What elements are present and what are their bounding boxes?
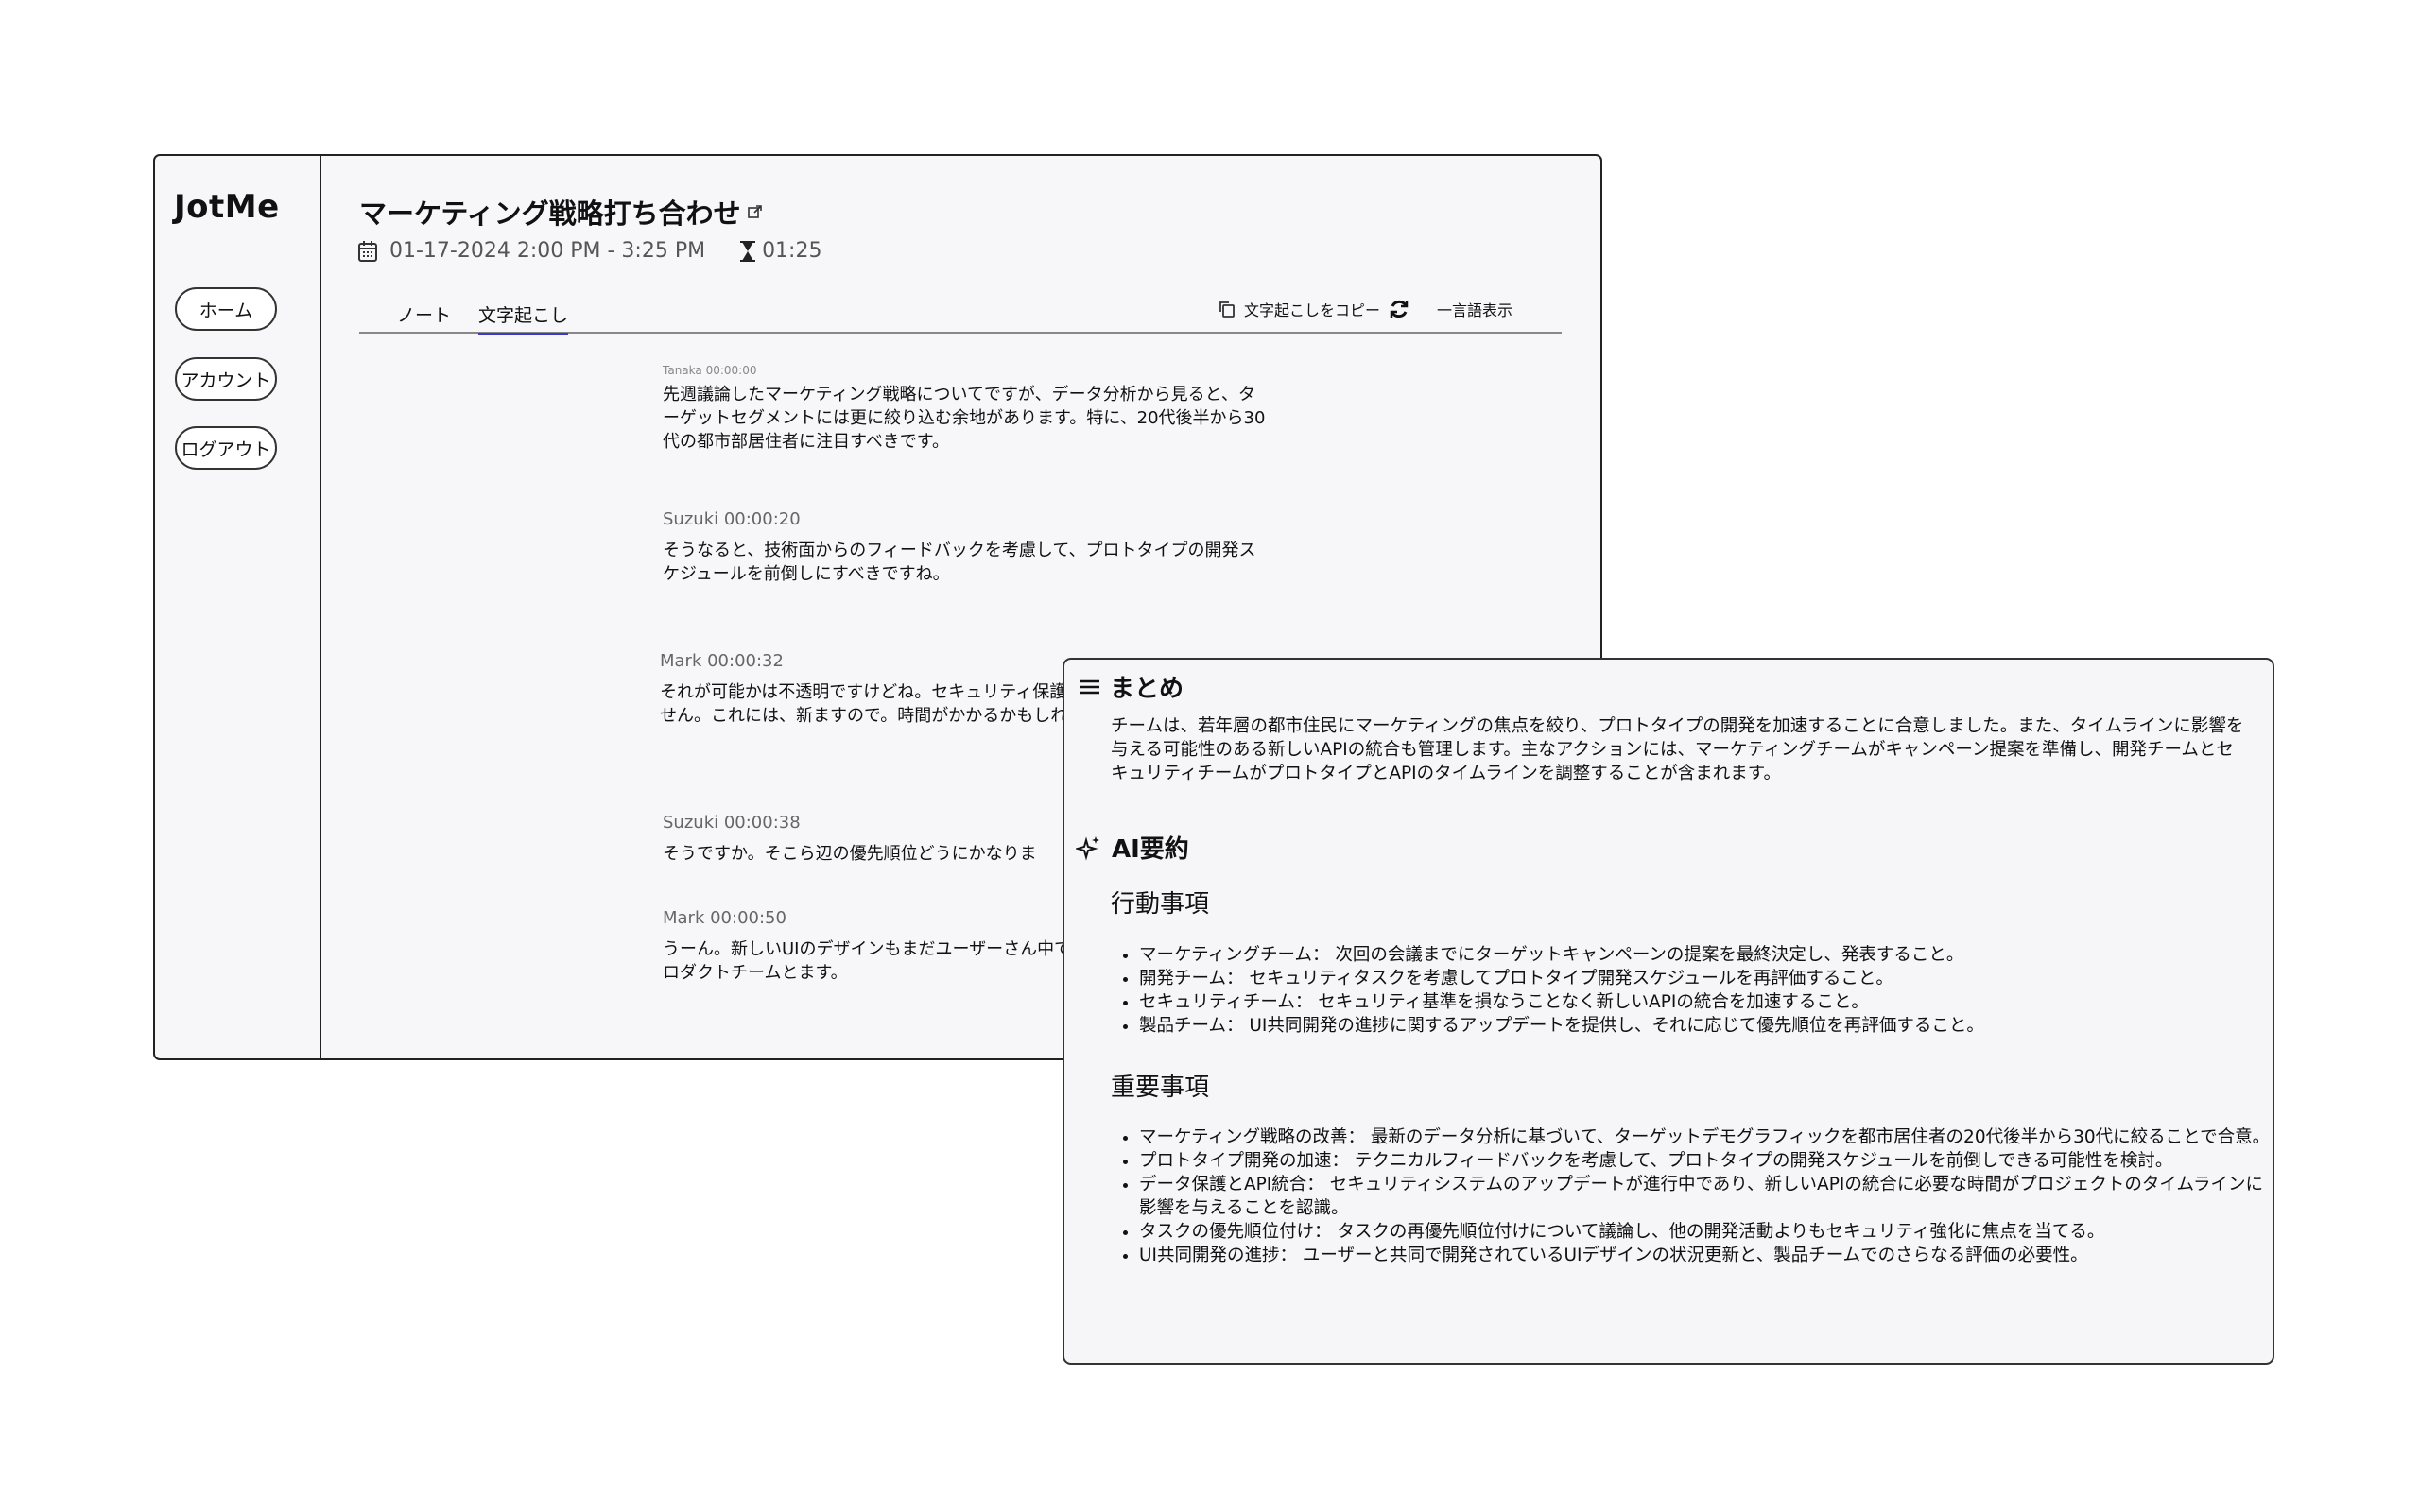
summary-heading-row: まとめ bbox=[1080, 669, 1184, 704]
transcript-entry: Suzuki 00:00:20 そうなると、技術面からのフィードバックを考慮して… bbox=[663, 509, 1268, 586]
tab-bar: ノート 文字起こし 文字起こしをコピー 一言語表示 bbox=[359, 298, 1562, 335]
utterance-text: 先週議論したマーケティング戦略についてですが、データ分析から見ると、ターゲットセ… bbox=[663, 385, 1266, 452]
app-logo: JotMe bbox=[174, 188, 280, 226]
refresh-button[interactable] bbox=[1388, 298, 1410, 320]
meeting-datetime: 01-17-2024 2:00 PM - 3:25 PM bbox=[389, 239, 706, 263]
copy-transcript-label: 文字起こしをコピー bbox=[1243, 301, 1380, 319]
single-language-toggle[interactable]: 一言語表示 bbox=[1437, 298, 1512, 320]
account-button[interactable]: アカウント bbox=[175, 357, 277, 401]
list-item: 開発チーム： セキュリティタスクを考慮してプロトタイプ開発スケジュールを再評価す… bbox=[1139, 967, 2273, 990]
external-link-icon[interactable] bbox=[747, 203, 764, 220]
list-item: UI共同開発の進捗： ユーザーと共同で開発されているUIデザインの状況更新と、製… bbox=[1139, 1244, 2273, 1267]
list-item: マーケティング戦略の改善： 最新のデータ分析に基づいて、ターゲットデモグラフィッ… bbox=[1139, 1125, 2273, 1149]
copy-transcript-button[interactable]: 文字起こしをコピー bbox=[1218, 298, 1380, 320]
home-button[interactable]: ホーム bbox=[175, 287, 277, 331]
hourglass-icon bbox=[739, 240, 756, 263]
action-items-heading: 行動事項 bbox=[1111, 890, 1210, 919]
list-item: 製品チーム： UI共同開発の進捗に関するアップデートを提供し、それに応じて優先順… bbox=[1139, 1014, 2273, 1038]
summary-panel: まとめ チームは、若年層の都市住民にマーケティングの焦点を絞り、プロトタイプの開… bbox=[1063, 658, 2274, 1365]
key-points-heading: 重要事項 bbox=[1111, 1074, 1210, 1102]
transcript-entry: Tanaka 00:00:00 先週議論したマーケティング戦略についてですが、デ… bbox=[663, 364, 1268, 454]
list-item: セキュリティチーム： セキュリティ基準を損なうことなく新しいAPIの統合を加速す… bbox=[1139, 990, 2273, 1014]
list-item: データ保護とAPI統合： セキュリティシステムのアップデートが進行中であり、新し… bbox=[1139, 1173, 2273, 1220]
ai-summary-heading-row: AI要約 bbox=[1076, 830, 1189, 865]
meeting-meta: 01-17-2024 2:00 PM - 3:25 PM 01:25 bbox=[357, 239, 821, 263]
summary-text: チームは、若年層の都市住民にマーケティングの焦点を絞り、プロトタイプの開発を加速… bbox=[1111, 716, 2244, 783]
tab-transcript[interactable]: 文字起こし bbox=[478, 301, 569, 335]
speaker-timestamp: Suzuki 00:00:20 bbox=[663, 509, 801, 529]
summary-heading: まとめ bbox=[1110, 675, 1184, 703]
sidebar: JotMe ホーム アカウント ログアウト bbox=[155, 156, 321, 1058]
logout-button[interactable]: ログアウト bbox=[175, 426, 277, 470]
list-item: マーケティングチーム： 次回の会議までにターゲットキャンペーンの提案を最終決定し… bbox=[1139, 943, 2273, 967]
key-points-list: マーケティング戦略の改善： 最新のデータ分析に基づいて、ターゲットデモグラフィッ… bbox=[1111, 1125, 2273, 1267]
speaker-timestamp: Tanaka 00:00:00 bbox=[663, 364, 757, 377]
utterance-text: そうなると、技術面からのフィードバックを考慮して、プロトタイプの開発スケジュール… bbox=[663, 541, 1256, 584]
ai-summary-heading: AI要約 bbox=[1112, 835, 1189, 864]
list-item: プロトタイプ開発の加速： テクニカルフィードバックを考慮して、プロトタイプの開発… bbox=[1139, 1149, 2273, 1173]
calendar-icon bbox=[357, 240, 378, 263]
transcript-actions: 文字起こしをコピー 一言語表示 bbox=[1218, 298, 1512, 320]
menu-lines-icon bbox=[1080, 679, 1100, 696]
sparkle-icon bbox=[1076, 834, 1102, 861]
meeting-duration: 01:25 bbox=[762, 239, 822, 263]
refresh-icon bbox=[1388, 298, 1410, 320]
copy-icon bbox=[1218, 300, 1236, 318]
action-items-list: マーケティングチーム： 次回の会議までにターゲットキャンペーンの提案を最終決定し… bbox=[1111, 943, 2273, 1038]
list-item: タスクの優先順位付け： タスクの再優先順位付けについて議論し、他の開発活動よりも… bbox=[1139, 1220, 2273, 1244]
title-row: マーケティング戦略打ち合わせ bbox=[359, 192, 764, 232]
meeting-title: マーケティング戦略打ち合わせ bbox=[359, 198, 741, 230]
tab-notes[interactable]: ノート bbox=[397, 301, 451, 333]
